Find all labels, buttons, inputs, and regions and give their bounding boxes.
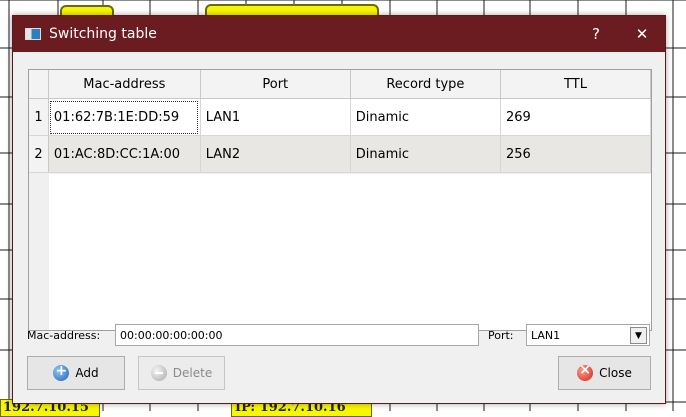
table-header-row: Mac-address Port Record type TTL — [29, 70, 651, 99]
table-empty-area[interactable] — [49, 174, 651, 330]
column-header-mac[interactable]: Mac-address — [48, 70, 201, 99]
delete-button-label: Delete — [172, 366, 213, 380]
cell-record-type[interactable]: Dinamic — [350, 98, 502, 136]
column-header-port[interactable]: Port — [200, 70, 351, 99]
title-bar[interactable]: Switching table ? ✕ — [13, 16, 665, 52]
mac-address-input[interactable] — [115, 324, 479, 346]
table-row[interactable]: 1 01:62:7B:1E:DD:59 LAN1 Dinamic 269 — [29, 98, 651, 136]
table-row[interactable]: 2 01:AC:8D:CC:1A:00 LAN2 Dinamic 256 — [29, 135, 651, 173]
cell-mac[interactable]: 01:AC:8D:CC:1A:00 — [48, 135, 201, 173]
row-number[interactable]: 1 — [29, 98, 49, 136]
add-button[interactable]: Add — [27, 356, 125, 390]
cell-ttl[interactable]: 269 — [500, 98, 651, 136]
port-label: Port: — [488, 329, 514, 342]
column-header-ttl[interactable]: TTL — [500, 70, 651, 99]
switching-table[interactable]: Mac-address Port Record type TTL 1 01:62… — [28, 69, 652, 331]
cell-ttl[interactable]: 256 — [500, 135, 651, 173]
close-icon — [577, 362, 594, 381]
delete-button[interactable]: Delete — [138, 356, 225, 390]
switching-table-grid: Mac-address Port Record type TTL 1 01:62… — [29, 70, 651, 173]
chevron-down-icon[interactable]: ▼ — [630, 327, 647, 344]
port-select[interactable]: LAN1 ▼ — [526, 324, 650, 346]
close-button-label: Close — [599, 366, 632, 380]
help-button[interactable]: ? — [573, 16, 619, 52]
close-window-button[interactable]: ✕ — [619, 16, 665, 52]
app-window-icon — [25, 28, 41, 40]
delete-icon — [150, 365, 167, 381]
switching-table-dialog: Switching table ? ✕ Mac-address Port Rec… — [12, 15, 666, 404]
cell-port[interactable]: LAN1 — [200, 98, 351, 136]
window-title: Switching table — [49, 26, 157, 42]
port-select-value: LAN1 — [531, 328, 561, 342]
row-number[interactable]: 2 — [29, 135, 49, 173]
column-header-record-type[interactable]: Record type — [350, 70, 502, 99]
cell-port[interactable]: LAN2 — [200, 135, 351, 173]
add-button-label: Add — [75, 366, 99, 380]
add-icon — [53, 363, 70, 381]
close-button[interactable]: Close — [558, 356, 651, 390]
table-corner-cell[interactable] — [29, 70, 49, 99]
mac-address-label: Mac-address: — [27, 329, 101, 342]
cell-mac[interactable]: 01:62:7B:1E:DD:59 — [48, 98, 201, 136]
cell-record-type[interactable]: Dinamic — [350, 135, 502, 173]
